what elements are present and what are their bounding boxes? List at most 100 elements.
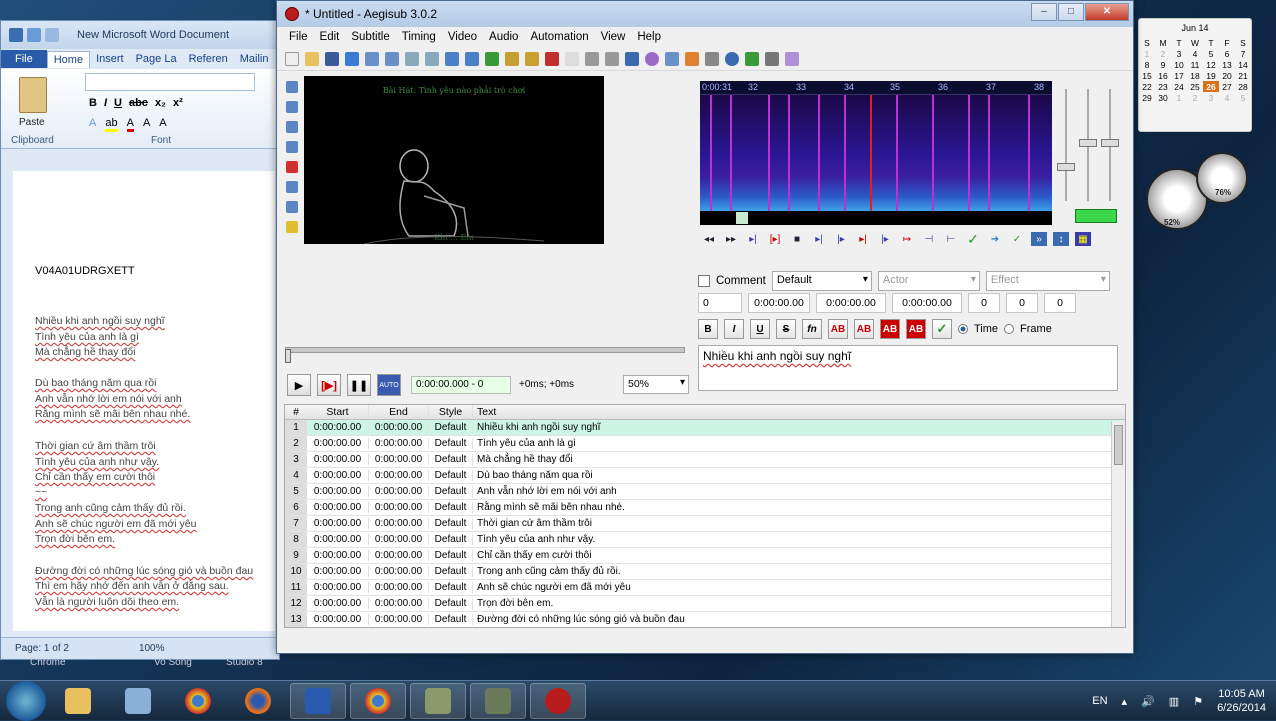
taskbar-chrome-open[interactable]: [350, 682, 406, 719]
auto-next-icon[interactable]: »: [1031, 232, 1047, 246]
tab-page-layout[interactable]: Page La: [130, 51, 183, 67]
time-radio[interactable]: [958, 324, 968, 334]
menu-timing[interactable]: Timing: [396, 31, 442, 43]
tab-mailings[interactable]: Mailin: [234, 51, 275, 67]
margin-left-field[interactable]: 0: [968, 293, 1000, 313]
taskbar-explorer[interactable]: [50, 683, 106, 719]
start-button[interactable]: [6, 680, 46, 721]
rotate-z-icon[interactable]: [286, 121, 298, 133]
snap-icon[interactable]: [425, 51, 439, 66]
stop-audio-icon[interactable]: ■: [789, 232, 805, 246]
grid-row[interactable]: 8 0:00:00.00 0:00:00.00 Default Tình yêu của…: [285, 532, 1125, 548]
strikethrough-button[interactable]: abc: [129, 97, 148, 109]
language-indicator[interactable]: EN: [1092, 695, 1107, 707]
aegisub-titlebar[interactable]: * Untitled - Aegisub 3.0.2 – □ ✕: [277, 1, 1133, 27]
styles-icon[interactable]: [585, 51, 599, 66]
tab-insert[interactable]: Insert: [90, 51, 130, 67]
play-line-button[interactable]: [▶]: [317, 374, 341, 396]
script-icon[interactable]: [545, 51, 559, 66]
calendar-gadget[interactable]: Jun 14 SMTWTFS 1234567 8 9 10 11 12 13 14 15 16…: [1138, 18, 1252, 132]
frame-radio[interactable]: [1004, 324, 1015, 334]
bold-button[interactable]: B: [698, 319, 718, 339]
tab-file[interactable]: File: [1, 50, 47, 68]
clip-tool-icon[interactable]: [286, 181, 298, 193]
video-time-field[interactable]: 0:00:00.000 - 0: [411, 376, 511, 394]
properties-icon[interactable]: [565, 51, 579, 66]
help-icon[interactable]: [286, 221, 298, 233]
grid-row[interactable]: 10 0:00:00.00 0:00:00.00 Default Trong anh c…: [285, 564, 1125, 580]
automation-icon[interactable]: [785, 51, 799, 66]
taskbar-aegisub[interactable]: [530, 682, 586, 719]
pin-icon[interactable]: [465, 51, 479, 66]
link-toggle-button[interactable]: [1075, 209, 1117, 223]
play-button[interactable]: ▶: [287, 374, 311, 396]
taskbar-app[interactable]: [410, 682, 466, 719]
aegisub-window[interactable]: * Untitled - Aegisub 3.0.2 – □ ✕ File Ed…: [276, 0, 1134, 654]
film-icon[interactable]: [505, 51, 519, 66]
open-file-icon[interactable]: [305, 51, 319, 66]
play-after-start-icon[interactable]: |▸: [833, 232, 849, 246]
actor-select[interactable]: Actor: [877, 271, 980, 291]
video-tool-icon[interactable]: [405, 51, 419, 66]
go-to-next-icon[interactable]: ➔: [987, 232, 1003, 246]
taskbar-app[interactable]: [470, 682, 526, 719]
play-after-end-icon[interactable]: |▸: [877, 232, 893, 246]
clock[interactable]: 10:05 AM 6/26/2014: [1217, 687, 1266, 715]
taskbar-firefox[interactable]: [230, 683, 286, 719]
menu-subtitle[interactable]: Subtitle: [345, 31, 395, 43]
show-hidden-icon[interactable]: ▴: [1122, 695, 1128, 708]
grid-scrollbar[interactable]: [1111, 421, 1125, 627]
grid-row[interactable]: 9 0:00:00.00 0:00:00.00 Default Chỉ cần thấy…: [285, 548, 1125, 564]
keyframe-icon[interactable]: [445, 51, 459, 66]
subtitle-text-editor[interactable]: Nhiều khi anh ngồi suy nghĩ: [698, 345, 1118, 391]
play-to-end-icon[interactable]: ↦: [899, 232, 915, 246]
resample-icon[interactable]: [705, 51, 719, 66]
maximize-button[interactable]: □: [1058, 3, 1084, 21]
style-select[interactable]: Default: [771, 271, 872, 291]
taskbar-chrome[interactable]: [170, 683, 226, 719]
play-current-line-icon[interactable]: [▸]: [767, 232, 783, 246]
audio-scroll-thumb[interactable]: [736, 212, 748, 224]
font-color-icon[interactable]: A: [126, 117, 134, 132]
menu-edit[interactable]: Edit: [314, 31, 346, 43]
volume-icon[interactable]: 🔊: [1141, 695, 1155, 708]
grow-font-icon[interactable]: A: [143, 117, 150, 132]
grid-row[interactable]: 13 0:00:00.00 0:00:00.00 Default Đường đời c…: [285, 612, 1125, 627]
layer-spinner[interactable]: 0: [698, 293, 742, 313]
col-end[interactable]: End: [369, 405, 429, 419]
vector-clip-icon[interactable]: [286, 201, 298, 213]
timecode-icon[interactable]: [525, 51, 539, 66]
flag-icon[interactable]: ⚑: [1193, 695, 1203, 708]
primary-color-button[interactable]: AB: [828, 319, 848, 339]
subtitle-grid[interactable]: # Start End Style Text 1 0:00:00.00 0:00:0…: [284, 404, 1126, 628]
highlight-icon[interactable]: ab: [105, 117, 118, 132]
underline-button[interactable]: U: [114, 97, 122, 109]
grid-row[interactable]: 4 0:00:00.00 0:00:00.00 Default Dù bao tháng…: [285, 468, 1125, 484]
col-text[interactable]: Text: [473, 405, 1125, 419]
horizontal-zoom-slider[interactable]: [1065, 89, 1067, 201]
slider-thumb[interactable]: [1079, 139, 1097, 147]
col-style[interactable]: Style: [429, 405, 473, 419]
options-icon[interactable]: [765, 51, 779, 66]
grid-row[interactable]: 12 0:00:00.00 0:00:00.00 Default Trọn đời bê…: [285, 596, 1125, 612]
lead-in-icon[interactable]: ⊣: [921, 232, 937, 246]
grid-scroll-thumb[interactable]: [1114, 425, 1123, 465]
play-before-icon[interactable]: ▸|: [811, 232, 827, 246]
save-icon[interactable]: [27, 28, 41, 42]
grid-row[interactable]: 1 0:00:00.00 0:00:00.00 Default Nhiều khi an…: [285, 420, 1125, 436]
shadow-color-button[interactable]: AB: [906, 319, 926, 339]
video-seek-bar[interactable]: [285, 347, 685, 353]
italic-button[interactable]: I: [104, 97, 107, 109]
col-number[interactable]: #: [285, 405, 307, 419]
commit-icon[interactable]: ✓: [965, 231, 981, 247]
paste-button-label[interactable]: Paste: [19, 117, 45, 128]
col-start[interactable]: Start: [307, 405, 369, 419]
comment-checkbox[interactable]: [698, 275, 710, 287]
commit-checkmark-icon[interactable]: ✓: [932, 319, 952, 339]
subscript-button[interactable]: x₂: [155, 97, 166, 109]
assistant-icon[interactable]: [685, 51, 699, 66]
outline-color-button[interactable]: AB: [880, 319, 900, 339]
superscript-button[interactable]: x²: [173, 97, 183, 109]
taskbar-calculator[interactable]: [110, 683, 166, 719]
audio-spectrum-display[interactable]: 0:00:31 32 33 34 35 36 37 38: [700, 81, 1052, 225]
